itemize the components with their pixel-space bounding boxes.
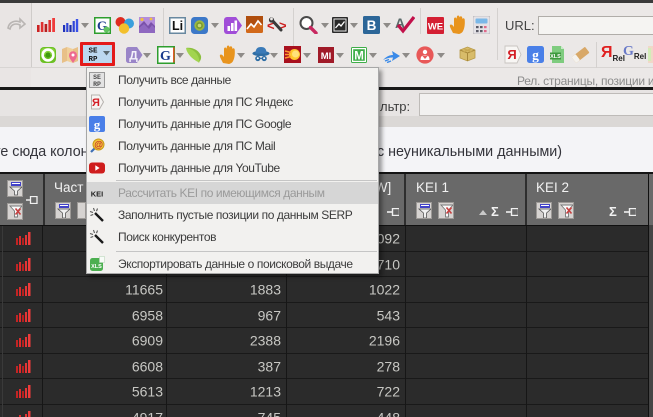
svg-text:G: G xyxy=(160,49,171,64)
svg-text:Li: Li xyxy=(172,19,183,33)
svg-text:Д: Д xyxy=(129,49,138,63)
svg-text:g: g xyxy=(532,48,539,63)
svg-text:Я: Я xyxy=(507,47,516,62)
svg-text:B: B xyxy=(367,18,377,33)
svg-text:SE: SE xyxy=(88,47,98,55)
svg-text:@: @ xyxy=(94,140,103,150)
svg-text:Я: Я xyxy=(92,97,100,109)
svg-text:g: g xyxy=(94,117,101,132)
svg-text:KEI: KEI xyxy=(91,190,104,199)
svg-text:RP: RP xyxy=(93,81,101,88)
svg-text:M: M xyxy=(354,51,364,63)
svg-text:MI: MI xyxy=(321,51,332,62)
svg-text:XLS: XLS xyxy=(91,264,102,270)
svg-text:XLS: XLS xyxy=(550,54,561,60)
svg-text:WE: WE xyxy=(428,22,443,33)
svg-text:SE: SE xyxy=(93,74,101,81)
svg-text:RP: RP xyxy=(88,56,98,63)
